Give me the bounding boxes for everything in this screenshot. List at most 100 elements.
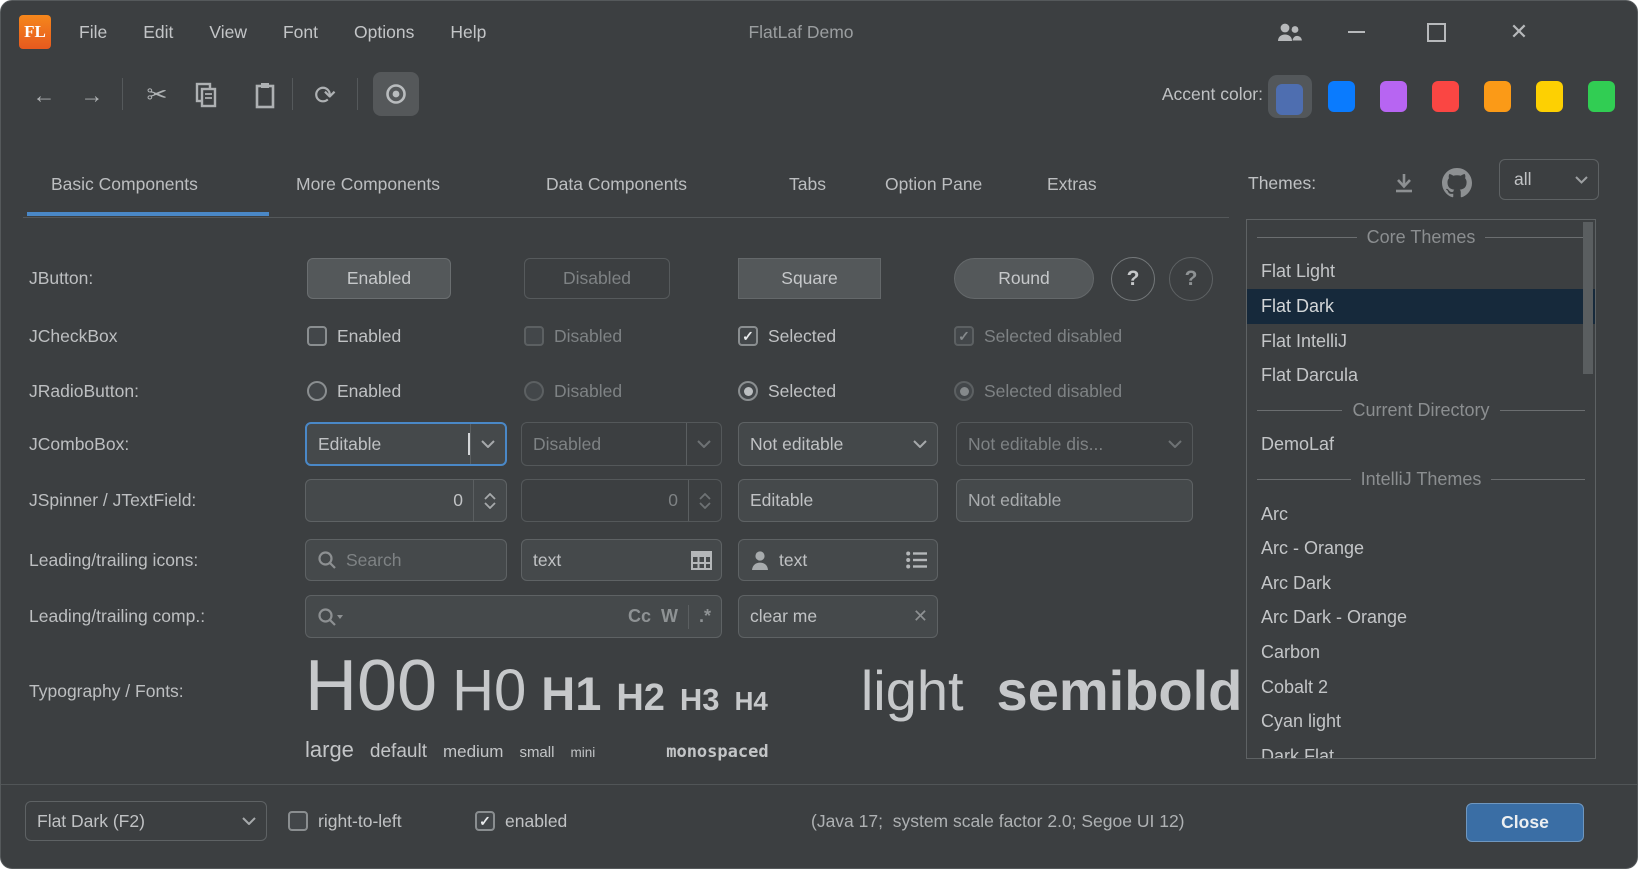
tab-basic-components[interactable]: Basic Components: [51, 161, 198, 207]
combobox-value: Editable: [307, 434, 467, 455]
clear-icon[interactable]: ✕: [913, 606, 928, 627]
radio-enabled[interactable]: Enabled: [307, 378, 401, 404]
refresh-button[interactable]: ⟳: [310, 80, 340, 110]
question-icon: ?: [1185, 267, 1198, 291]
match-case-button[interactable]: Cc: [628, 606, 651, 627]
whole-word-button[interactable]: W: [661, 606, 678, 627]
active-tab-underline: [27, 212, 269, 216]
round-button[interactable]: Round: [954, 258, 1094, 299]
theme-item-flat-intellij[interactable]: Flat IntelliJ: [1247, 324, 1595, 359]
theme-item-flat-darcula[interactable]: Flat Darcula: [1247, 358, 1595, 393]
paste-button[interactable]: [250, 80, 280, 110]
accent-swatch-blue[interactable]: [1328, 81, 1355, 112]
theme-item-arc-dark-orange[interactable]: Arc Dark - Orange: [1247, 601, 1595, 636]
menu-file[interactable]: File: [79, 22, 107, 43]
accent-swatch-red[interactable]: [1432, 81, 1459, 112]
themes-list[interactable]: Core Themes Flat Light Flat Dark Flat In…: [1246, 219, 1596, 759]
clearable-field[interactable]: clear me ✕: [738, 595, 938, 638]
tab-option-pane[interactable]: Option Pane: [885, 161, 982, 207]
enabled-button[interactable]: Enabled: [307, 258, 451, 299]
menu-help[interactable]: Help: [450, 22, 486, 43]
users-icon[interactable]: [1267, 10, 1311, 54]
search-field[interactable]: Search: [305, 539, 507, 581]
minimize-button[interactable]: [1334, 10, 1378, 54]
menubar: File Edit View Font Options Help: [79, 1, 486, 63]
h0-sample: H0: [452, 657, 526, 724]
search-history-field[interactable]: Cc W .*: [305, 595, 722, 638]
jbutton-label: JButton:: [29, 258, 93, 299]
theme-item-arc-dark[interactable]: Arc Dark: [1247, 566, 1595, 601]
help-button[interactable]: ?: [1111, 257, 1155, 301]
small-size-sample: small: [519, 744, 554, 761]
tab-data-components[interactable]: Data Components: [546, 161, 687, 207]
list-icon[interactable]: [906, 551, 928, 569]
theme-item-dark-flat[interactable]: Dark Flat: [1247, 739, 1595, 759]
regex-button[interactable]: .*: [699, 606, 711, 627]
theme-item-cyan-light[interactable]: Cyan light: [1247, 704, 1595, 739]
spinner[interactable]: 0: [305, 479, 507, 522]
editable-combobox[interactable]: Editable: [305, 422, 507, 466]
theme-item-carbon[interactable]: Carbon: [1247, 635, 1595, 670]
not-editable-combobox[interactable]: Not editable: [738, 422, 938, 466]
accent-swatch-yellow[interactable]: [1536, 81, 1563, 112]
lookandfeel-combobox[interactable]: Flat Dark (F2): [25, 801, 267, 841]
copy-button[interactable]: [191, 80, 221, 110]
radio-selected-icon: [954, 381, 974, 401]
radio-selected[interactable]: Selected: [738, 378, 836, 404]
eye-icon: [383, 81, 409, 107]
tab-tabs[interactable]: Tabs: [789, 161, 826, 207]
theme-item-arc-orange[interactable]: Arc - Orange: [1247, 531, 1595, 566]
close-window-button[interactable]: ✕: [1497, 10, 1541, 54]
statusbar-divider: [1, 784, 1637, 785]
forward-button[interactable]: →: [77, 80, 107, 110]
maximize-button[interactable]: [1414, 10, 1458, 54]
accent-swatch-purple[interactable]: [1380, 81, 1407, 112]
cut-button[interactable]: ✂: [142, 80, 172, 110]
accent-swatch-orange[interactable]: [1484, 81, 1511, 112]
accent-swatch-green[interactable]: [1588, 81, 1615, 112]
chevron-down-icon[interactable]: [470, 424, 505, 464]
themes-scrollbar[interactable]: [1583, 222, 1593, 374]
typography-label: Typography / Fonts:: [29, 677, 184, 705]
back-button[interactable]: ←: [29, 80, 59, 110]
theme-item-flat-dark[interactable]: Flat Dark: [1247, 289, 1595, 324]
search-with-history-icon[interactable]: [317, 607, 344, 627]
text-field-table-icon[interactable]: text: [521, 539, 722, 581]
download-themes-button[interactable]: [1386, 165, 1422, 201]
tab-more-components[interactable]: More Components: [296, 161, 440, 207]
help-button-2[interactable]: ?: [1169, 257, 1213, 301]
chevron-down-icon[interactable]: [903, 423, 937, 465]
table-icon[interactable]: [691, 551, 712, 570]
h1-sample: H1: [541, 666, 601, 721]
theme-item-arc[interactable]: Arc: [1247, 497, 1595, 532]
accent-swatch-default[interactable]: [1276, 84, 1303, 115]
toolbar-separator: [357, 78, 358, 110]
text-field-person-icon[interactable]: text: [738, 539, 938, 581]
spinner-arrows[interactable]: [473, 480, 506, 521]
toolbar-separator: [122, 78, 123, 110]
spinner-arrows: [688, 480, 721, 521]
close-button[interactable]: Close: [1466, 803, 1584, 842]
right-to-left-checkbox[interactable]: right-to-left: [288, 808, 402, 834]
show-hidden-toggle[interactable]: [373, 72, 419, 116]
chevron-down-icon[interactable]: [232, 802, 266, 840]
github-button[interactable]: [1439, 165, 1475, 201]
checkbox-enabled[interactable]: Enabled: [307, 323, 401, 349]
themes-filter-value: all: [1500, 169, 1564, 190]
menu-font[interactable]: Font: [283, 22, 318, 43]
app-logo-icon: FL: [19, 15, 51, 49]
theme-item-cobalt-2[interactable]: Cobalt 2: [1247, 670, 1595, 705]
enabled-checkbox[interactable]: ✓ enabled: [475, 808, 567, 834]
menu-options[interactable]: Options: [354, 22, 414, 43]
menu-view[interactable]: View: [209, 22, 247, 43]
theme-item-demolaf[interactable]: DemoLaf: [1247, 428, 1595, 463]
themes-filter-combo[interactable]: all: [1499, 159, 1599, 200]
square-button[interactable]: Square: [738, 258, 881, 299]
textfield-value: Not editable: [968, 490, 1061, 511]
editable-textfield[interactable]: Editable: [738, 479, 938, 522]
spinner-value[interactable]: 0: [306, 490, 473, 511]
menu-edit[interactable]: Edit: [143, 22, 173, 43]
theme-item-flat-light[interactable]: Flat Light: [1247, 255, 1595, 290]
checkbox-selected[interactable]: ✓ Selected: [738, 323, 836, 349]
tab-extras[interactable]: Extras: [1047, 161, 1097, 207]
